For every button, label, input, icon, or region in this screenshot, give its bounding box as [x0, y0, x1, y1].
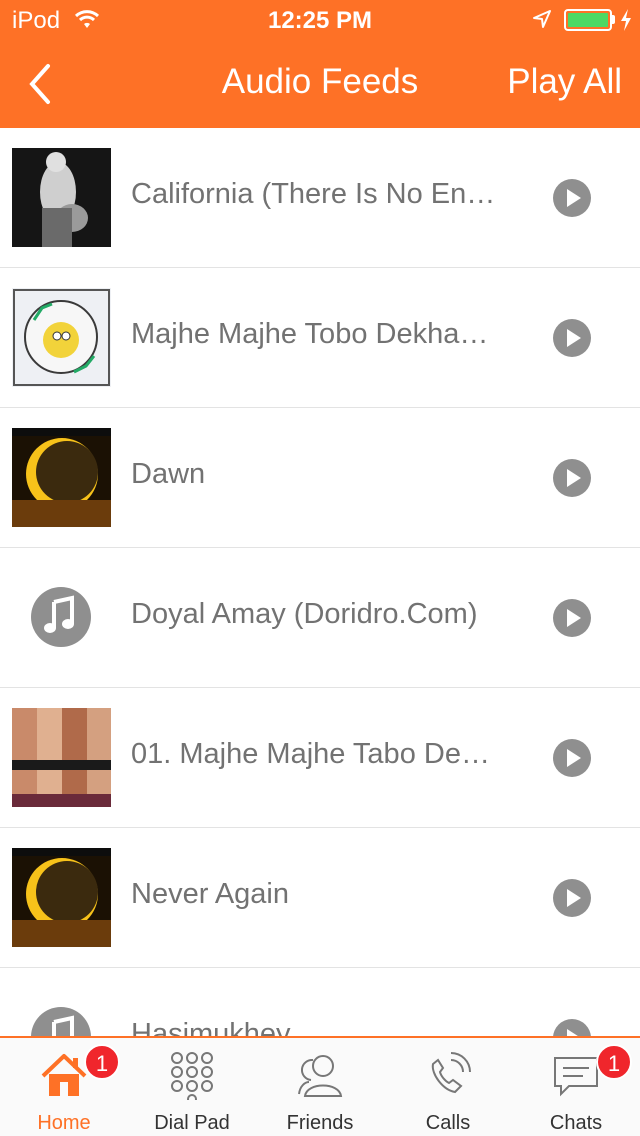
tab-chats[interactable]: 1 Chats: [512, 1038, 640, 1136]
list-item[interactable]: 01. Majhe Majhe Tabo De…: [0, 688, 640, 828]
tab-dial-pad[interactable]: Dial Pad: [128, 1038, 256, 1136]
charging-icon: [620, 9, 632, 36]
navigation-bar: Audio Feeds Play All: [0, 40, 640, 128]
tab-calls[interactable]: Calls: [384, 1038, 512, 1136]
music-note-icon: [12, 568, 111, 667]
status-bar: iPod 12:25 PM: [0, 0, 640, 40]
battery-fill: [568, 13, 608, 27]
play-button[interactable]: [552, 1018, 592, 1036]
play-icon: [553, 459, 591, 497]
tab-label: Chats: [549, 1112, 603, 1134]
feed-title: Majhe Majhe Tobo Dekha…: [131, 318, 489, 350]
feed-title: Dawn: [131, 458, 206, 490]
dialpad-icon: [171, 1052, 213, 1100]
list-item[interactable]: Dawn: [0, 408, 640, 548]
play-button[interactable]: [552, 878, 592, 918]
feed-title: Never Again: [131, 878, 289, 910]
play-button[interactable]: [552, 318, 592, 358]
list-item[interactable]: Hasimukhey: [0, 968, 640, 1036]
friends-icon: [298, 1055, 343, 1097]
tab-label: Friends: [286, 1112, 354, 1134]
play-icon: [553, 1019, 591, 1036]
tab-label: Calls: [425, 1112, 471, 1134]
album-artwork: [12, 848, 111, 947]
tab-friends[interactable]: Friends: [256, 1038, 384, 1136]
list-item[interactable]: Doyal Amay (Doridro.Com): [0, 548, 640, 688]
audio-feed-list[interactable]: California (There Is No En… Majhe Majhe …: [0, 128, 640, 1036]
phone-icon: [431, 1052, 471, 1094]
album-artwork: [12, 428, 111, 527]
tab-bar: 1 Home Dial Pad Friends Calls 1 Chats: [0, 1036, 640, 1136]
header: iPod 12:25 PM Audio Feeds Play All: [0, 0, 640, 128]
list-item[interactable]: California (There Is No En…: [0, 128, 640, 268]
tab-label: Dial Pad: [154, 1112, 230, 1134]
play-icon: [553, 739, 591, 777]
feed-title: California (There Is No En…: [131, 178, 496, 210]
play-icon: [553, 599, 591, 637]
list-item[interactable]: Majhe Majhe Tobo Dekha…: [0, 268, 640, 408]
feed-title: Hasimukhey: [131, 1018, 291, 1036]
play-button[interactable]: [552, 178, 592, 218]
play-button[interactable]: [552, 458, 592, 498]
play-button[interactable]: [552, 738, 592, 778]
home-icon: [41, 1054, 87, 1096]
feed-title: Doyal Amay (Doridro.Com): [131, 598, 478, 630]
play-all-button[interactable]: Play All: [507, 62, 622, 102]
battery-tip: [612, 15, 615, 24]
location-icon: [532, 9, 552, 34]
battery-icon: [564, 9, 612, 31]
play-icon: [553, 319, 591, 357]
album-artwork: [12, 288, 111, 387]
play-icon: [553, 179, 591, 217]
tab-home[interactable]: 1 Home: [0, 1038, 128, 1136]
album-artwork: [12, 148, 111, 247]
feed-title: 01. Majhe Majhe Tabo De…: [131, 738, 490, 770]
notification-badge: 1: [84, 1044, 120, 1080]
notification-badge: 1: [596, 1044, 632, 1080]
play-icon: [553, 879, 591, 917]
album-artwork: [12, 708, 111, 807]
music-note-icon: [12, 988, 111, 1036]
list-item[interactable]: Never Again: [0, 828, 640, 968]
chat-icon: [554, 1057, 598, 1097]
tab-label: Home: [37, 1112, 91, 1134]
play-button[interactable]: [552, 598, 592, 638]
